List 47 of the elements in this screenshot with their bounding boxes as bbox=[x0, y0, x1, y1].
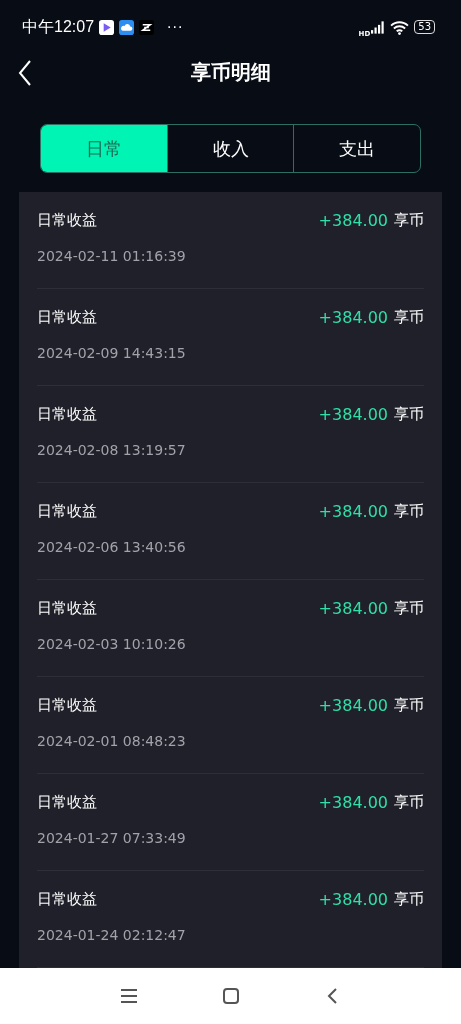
record-amount: +384.00 bbox=[318, 502, 388, 521]
record-amount: +384.00 bbox=[318, 599, 388, 618]
currency-unit: 享币 bbox=[394, 890, 424, 909]
record-title: 日常收益 bbox=[37, 502, 97, 521]
record-title: 日常收益 bbox=[37, 308, 97, 327]
more-notifications: ··· bbox=[167, 19, 184, 36]
wifi-icon bbox=[390, 19, 410, 35]
record-amount: +384.00 bbox=[318, 890, 388, 909]
currency-unit: 享币 bbox=[394, 599, 424, 618]
currency-unit: 享币 bbox=[394, 211, 424, 230]
currency-unit: 享币 bbox=[394, 793, 424, 812]
record-amount: +384.00 bbox=[318, 793, 388, 812]
currency-unit: 享币 bbox=[394, 308, 424, 327]
record-time: 2024-02-06 13:40:56 bbox=[37, 539, 187, 555]
record-title: 日常收益 bbox=[37, 211, 97, 230]
tab[interactable]: 支出 bbox=[293, 125, 420, 172]
record-time: 2024-02-08 13:19:57 bbox=[37, 442, 187, 458]
record-amount: +384.00 bbox=[318, 405, 388, 424]
status-time: 中午12:07 bbox=[22, 16, 95, 37]
record-time: 2024-02-03 10:10:26 bbox=[37, 636, 187, 652]
app-icon bbox=[139, 19, 155, 35]
currency-unit: 享币 bbox=[394, 696, 424, 715]
record-amount: +384.00 bbox=[318, 308, 388, 327]
play-app-icon bbox=[99, 19, 115, 35]
record-time: 2024-01-24 02:12:47 bbox=[37, 927, 187, 943]
record-title: 日常收益 bbox=[37, 696, 97, 715]
record-amount: +384.00 bbox=[318, 211, 388, 230]
tab[interactable]: 收入 bbox=[166, 125, 294, 172]
record-amount: +384.00 bbox=[318, 696, 388, 715]
record-title: 日常收益 bbox=[37, 599, 97, 618]
record-title: 日常收益 bbox=[37, 793, 97, 812]
tab[interactable]: 日常 bbox=[41, 125, 167, 172]
record-title: 日常收益 bbox=[37, 405, 97, 424]
currency-unit: 享币 bbox=[394, 405, 424, 424]
back-icon[interactable] bbox=[18, 58, 32, 87]
currency-unit: 享币 bbox=[394, 502, 424, 521]
record-time: 2024-01-27 07:33:49 bbox=[37, 830, 187, 846]
battery-icon: 53 bbox=[414, 20, 435, 35]
record-time: 2024-02-01 08:48:23 bbox=[37, 733, 187, 749]
record-time: 2024-02-09 14:43:15 bbox=[37, 345, 187, 361]
cloud-app-icon bbox=[119, 19, 135, 35]
page-title: 享币明细 bbox=[190, 58, 271, 86]
home-icon[interactable] bbox=[220, 986, 241, 1006]
signal-icon bbox=[371, 20, 386, 34]
record-time: 2024-02-11 01:16:39 bbox=[37, 248, 187, 264]
record-title: 日常收益 bbox=[37, 890, 97, 909]
menu-icon[interactable] bbox=[118, 986, 139, 1006]
